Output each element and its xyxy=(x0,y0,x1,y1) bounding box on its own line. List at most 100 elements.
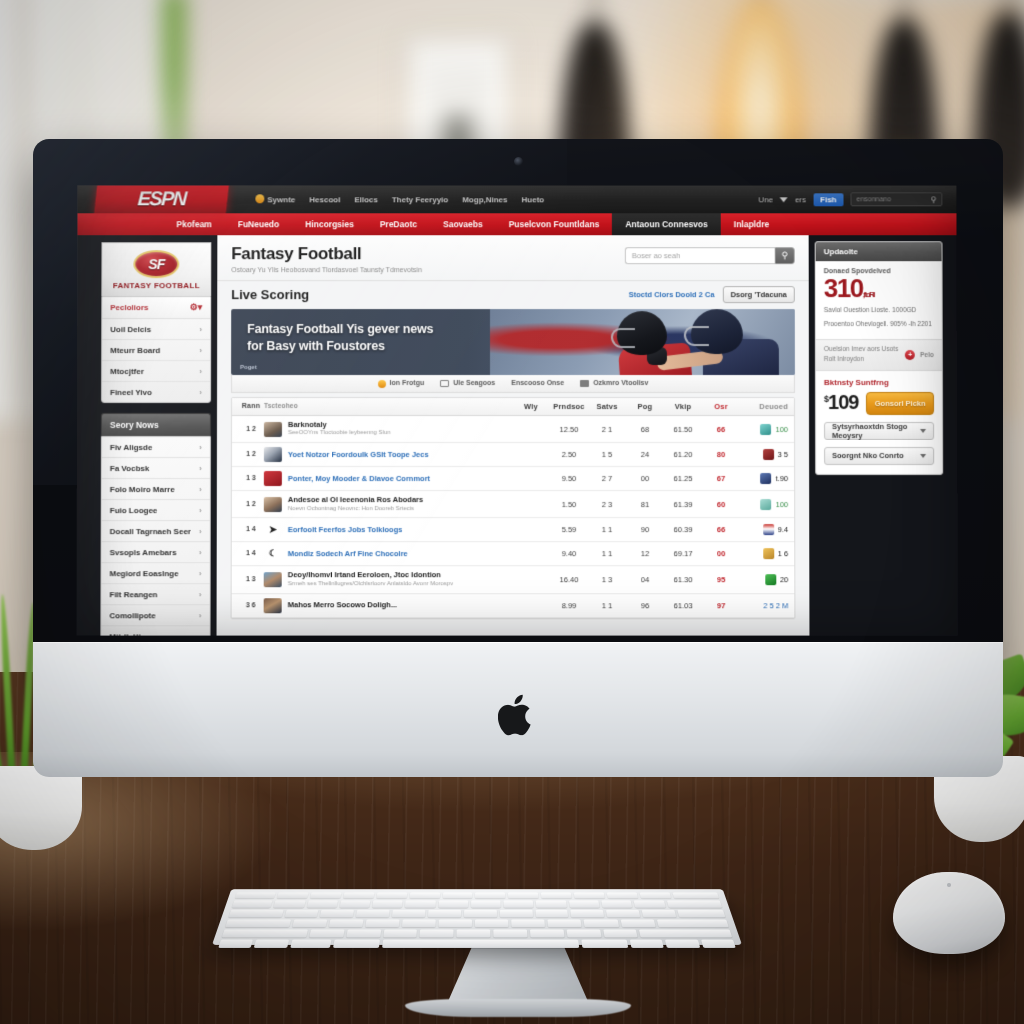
global-nav-item-1[interactable]: Hescool xyxy=(309,195,340,204)
sidebar-news-item-3[interactable]: Fuio Loogee › xyxy=(101,500,210,522)
sidebar-item-1[interactable]: Mteurr Board › xyxy=(102,340,211,362)
red-nav-item-2[interactable]: Hincorgsies xyxy=(292,213,367,235)
sidebar-news-item-4[interactable]: Docall Tagrnaeh Seer › xyxy=(101,521,210,543)
global-nav-item-2[interactable]: Ellocs xyxy=(354,195,378,204)
table-header-row: Rann Tscteoheo Wly Prndsoc Satvs Pog Vki… xyxy=(231,398,795,416)
sidebar-news-item-6[interactable]: Megiord Eoaslnge › xyxy=(101,563,210,585)
sidebar-news-item-8[interactable]: Comollipote › xyxy=(101,605,210,627)
red-nav-item-7[interactable]: Inlapldre xyxy=(721,213,782,235)
dropdown-select-0[interactable]: Sytsyrhaoxtdn Stogo Meoysry xyxy=(824,421,935,440)
row-team-name[interactable]: Yoet Notzor Foordoulk GSIt Toope Jecs xyxy=(288,450,429,459)
sidebar-item-2[interactable]: Mtocjtfer › xyxy=(102,361,211,383)
site-search[interactable]: Boser ao seah ⚲ xyxy=(624,247,795,265)
row-last-value: 100 xyxy=(775,499,789,509)
sidebar-news-item-0[interactable]: Fiv Aligsde › xyxy=(101,437,210,459)
row-pog: 96 xyxy=(640,600,650,610)
global-nav-item-watch[interactable]: Sywnte xyxy=(255,194,295,204)
row-last-value: 100 xyxy=(775,424,789,434)
section-link[interactable]: Stoctd Clors Doold 2 Ca xyxy=(629,290,715,299)
page-subtitle: Ostoary Yu Ylis Heobosvand Tlordasvoel T… xyxy=(231,267,422,275)
big-number-suffix: ,ftoRl xyxy=(862,290,875,300)
tabstrip-item-3[interactable]: Ozkmro Vtoolisv xyxy=(580,380,649,388)
chevron-right-icon: › xyxy=(198,610,202,620)
sidebar-item-3[interactable]: Fineel Yivo › xyxy=(102,382,210,402)
red-nav-item-1[interactable]: FuNeuedo xyxy=(225,213,293,235)
sidebar-news-item-9[interactable]: Mttdh Ytoom › xyxy=(101,626,209,636)
tabstrip-item-0[interactable]: Ion Frotgu xyxy=(377,379,425,388)
monitor-screen[interactable]: ESPN Sywnte Hescool Ellocs Thety Feeryyi… xyxy=(76,185,958,636)
table-row[interactable]: 1 4 ➤ Eorfoolt Feerfos Jobs Tolkloogs 5.… xyxy=(231,518,795,543)
global-nav-item-4[interactable]: Mogp,Nines xyxy=(462,195,507,204)
team-logo-text: SF xyxy=(148,256,165,273)
sidebar-news-item-1[interactable]: Fa Vocbsk › xyxy=(101,458,210,480)
table-row[interactable]: 3 6 Mahos Merro Socowo Doligh... 8.99 1 xyxy=(231,593,795,618)
row-pog: 68 xyxy=(640,424,650,434)
gear-icon[interactable]: ⚙▾ xyxy=(190,302,203,313)
command-key-right[interactable] xyxy=(580,939,628,948)
sidebar-news-item-5[interactable]: Svsopls Amebars › xyxy=(101,542,210,564)
chevron-right-icon: › xyxy=(199,526,202,536)
table-row[interactable]: 1 4 ☾ Mondiz Sodech Arf Fine Chocolre 9.… xyxy=(231,542,795,567)
facemask xyxy=(610,328,635,349)
row-last: 100 xyxy=(740,498,789,510)
chevron-down-icon[interactable] xyxy=(780,196,789,202)
live-scoring-header: Live Scoring Stoctd Clors Doold 2 Ca Dso… xyxy=(217,281,809,309)
red-nav-item-6-active[interactable]: Antaoun Connesvos xyxy=(612,213,721,236)
primary-action-button[interactable]: Gonsorl Pickn xyxy=(866,391,935,415)
tabstrip-item-1[interactable]: Ule Seagoos xyxy=(440,380,495,388)
row-vkip: 69.17 xyxy=(673,549,693,559)
row-team-name[interactable]: Mondiz Sodech Arf Fine Chocolre xyxy=(288,549,408,558)
global-nav-item-5[interactable]: Hueto xyxy=(522,195,545,204)
command-key[interactable] xyxy=(332,939,380,948)
red-nav-item-0[interactable]: Pkofeam xyxy=(163,213,224,235)
help-badge-icon[interactable]: + xyxy=(905,350,916,361)
tabstrip-label: Ozkmro Vtoolisv xyxy=(593,380,649,388)
espn-logo[interactable]: ESPN xyxy=(94,185,229,214)
global-nav-item-3[interactable]: Thety Feeryyio xyxy=(392,195,448,204)
sidebar-news-label: Folo Moiro Marre xyxy=(109,484,175,494)
dropdown-select-1[interactable]: Soorgnt Nko Conrto xyxy=(824,446,935,465)
team-card[interactable]: SF FANTASY FOOTBALL xyxy=(101,242,212,297)
col-prndsoc: Prndsoc xyxy=(553,402,585,411)
sidebar-news-item-2[interactable]: Folo Moiro Marre › xyxy=(101,479,210,501)
main-content: Fantasy Football Ostoary Yu Ylis Heobosv… xyxy=(216,235,810,636)
section-button[interactable]: Dsorg 'Tdacuna xyxy=(722,286,795,304)
row-team-name[interactable]: Eorfoolt Feerfos Jobs Tolkloogs xyxy=(288,525,403,534)
team-badge-icon xyxy=(760,473,772,485)
update-panel-header: Updaolte xyxy=(815,242,942,262)
row-prndsoc: 9.40 xyxy=(561,549,577,559)
global-search-input[interactable]: ensonnano ⚲ xyxy=(850,192,943,207)
table-row[interactable]: 1 2 Barknotaly SeeOOYns Tloctoobie leybe… xyxy=(231,415,795,444)
search-button[interactable]: ⚲ xyxy=(774,247,795,265)
sidebar-news-item-7[interactable]: Filt Reangen › xyxy=(101,584,210,606)
chevron-right-icon: › xyxy=(198,568,202,578)
avatar xyxy=(263,572,282,588)
espn-fantasy-website[interactable]: ESPN Sywnte Hescool Ellocs Thety Feeryyi… xyxy=(76,185,958,636)
sidebar-item-0[interactable]: Uoil Delcis › xyxy=(102,319,211,341)
row-last: 100 xyxy=(740,423,789,435)
col-pog: Pog xyxy=(637,402,653,411)
hero-banner[interactable]: 8 xyxy=(231,309,795,376)
col-team: Tscteoheo xyxy=(264,403,298,410)
table-row[interactable]: 1 2 Yoet Notzor Foordoulk GSIt Toope Jec… xyxy=(231,443,795,468)
red-nav-item-3[interactable]: PreDaotc xyxy=(367,213,430,235)
row-team: Andesoe al Ol Ieeenonia Ros Abodars Noev… xyxy=(263,495,512,513)
table-row[interactable]: 1 2 Andesoe al Ol Ieeenonia Ros Abodars … xyxy=(231,491,795,519)
red-nav-item-5[interactable]: Puselcvon Fountldans xyxy=(496,213,613,235)
table-row[interactable]: 1 3 Deoy/Ihomvl Irtand Eeroloen, Jtoc Id… xyxy=(231,566,795,594)
magnifier-icon[interactable]: ⚲ xyxy=(931,195,937,204)
watch-dot-icon xyxy=(255,194,265,204)
row-team: Deoy/Ihomvl Irtand Eeroloen, Jtoc Idonti… xyxy=(263,571,512,589)
update-line-2: Prooentoo Ohevlogell. 905% -lh 2201 xyxy=(823,321,932,329)
search-input[interactable]: Boser ao seah xyxy=(624,247,775,265)
space-key[interactable] xyxy=(381,939,579,948)
tabstrip-item-2[interactable]: Enscooso Onse xyxy=(511,380,564,387)
apple-keyboard[interactable] xyxy=(211,889,743,948)
row-team-name[interactable]: Ponter, Moy Mooder & Dlavoe Cornmort xyxy=(288,474,430,483)
magic-mouse[interactable] xyxy=(893,872,1005,954)
help-label[interactable]: Pelo xyxy=(920,352,934,359)
red-nav-item-4[interactable]: Saovaebs xyxy=(430,213,496,235)
table-row[interactable]: 1 3 Ponter, Moy Mooder & Dlavoe Cornmort… xyxy=(231,467,795,492)
signin-button[interactable]: Fish xyxy=(813,192,844,206)
row-osr: 66 xyxy=(716,424,726,434)
